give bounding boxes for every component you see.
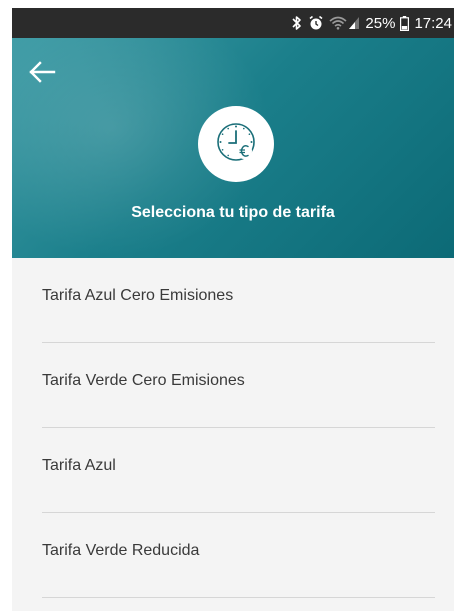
screen-frame: 25% 17:24 Selecciona tu tipo de tarifa T…: [0, 0, 454, 611]
arrow-left-icon: [28, 60, 56, 88]
tariff-list: Tarifa Azul Cero Emisiones Tarifa Verde …: [12, 258, 454, 598]
app-window: 25% 17:24 Selecciona tu tipo de tarifa T…: [12, 8, 454, 611]
battery-percent: 25%: [365, 14, 396, 32]
header-banner: Selecciona tu tipo de tarifa: [12, 38, 454, 258]
tariff-item-label: Tarifa Verde Reducida: [42, 542, 200, 559]
tariff-item-azul[interactable]: Tarifa Azul: [42, 428, 435, 513]
wifi-icon: [329, 16, 347, 30]
page-title: Selecciona tu tipo de tarifa: [131, 204, 335, 221]
tariff-item-label: Tarifa Azul: [42, 457, 116, 474]
tariff-item-label: Tarifa Verde Cero Emisiones: [42, 372, 245, 389]
alarm-icon: [308, 15, 324, 31]
tariff-logo: [198, 106, 274, 182]
signal-icon: [348, 16, 360, 30]
tariff-item-label: Tarifa Azul Cero Emisiones: [42, 287, 234, 304]
clock-euro-icon: [213, 119, 259, 170]
bluetooth-icon: [291, 15, 303, 31]
battery-icon: [400, 15, 410, 31]
tariff-item-azul-cero-emisiones[interactable]: Tarifa Azul Cero Emisiones: [42, 258, 435, 343]
tariff-item-verde-reducida[interactable]: Tarifa Verde Reducida: [42, 513, 435, 598]
back-button[interactable]: [28, 56, 68, 92]
tariff-item-verde-cero-emisiones[interactable]: Tarifa Verde Cero Emisiones: [42, 343, 435, 428]
status-bar: 25% 17:24: [12, 8, 454, 38]
status-time: 17:24: [414, 14, 452, 32]
